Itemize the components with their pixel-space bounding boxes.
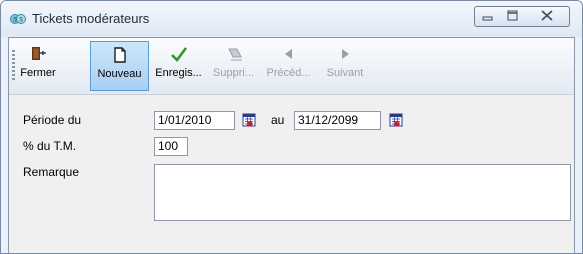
supprimer-button[interactable]: Suppri... <box>208 41 259 91</box>
date-from-input[interactable]: 1/01/2010 <box>154 111 235 130</box>
enregistrer-label: Enregis... <box>155 67 202 79</box>
maximize-button[interactable] <box>500 6 526 27</box>
minimize-button[interactable] <box>474 6 502 27</box>
form-panel: Période du 1/01/2010 au 31/12/2099 % du … <box>9 95 574 253</box>
window-body: Fermer Nouveau Enregis... Suppri... Préc… <box>8 37 575 253</box>
arrow-right-icon <box>342 49 349 59</box>
calendar-to-icon[interactable] <box>389 112 403 128</box>
periode-label: Période du <box>23 113 82 127</box>
eraser-icon <box>227 48 242 61</box>
tickets-app-icon: $ $ <box>10 14 26 24</box>
toolbar: Fermer Nouveau Enregis... Suppri... Préc… <box>9 38 574 95</box>
title-bar[interactable]: $ $ Tickets modérateurs <box>1 1 582 37</box>
precedent-button[interactable]: Précéd... <box>261 41 316 91</box>
window-title: Tickets modérateurs <box>32 11 150 26</box>
fermer-label: Fermer <box>20 67 56 79</box>
exit-door-icon <box>32 47 46 60</box>
window-controls <box>474 6 575 27</box>
new-document-icon <box>113 47 126 63</box>
au-label: au <box>271 113 285 127</box>
close-icon <box>541 10 553 21</box>
remarque-label: Remarque <box>23 165 80 179</box>
tm-label: % du T.M. <box>23 139 77 153</box>
arrow-left-icon <box>284 49 292 59</box>
nouveau-label: Nouveau <box>97 68 142 80</box>
precedent-label: Précéd... <box>266 67 311 79</box>
remarque-textarea[interactable] <box>154 164 571 221</box>
calendar-from-icon[interactable] <box>242 112 256 128</box>
nouveau-button[interactable]: Nouveau <box>90 41 149 91</box>
minimize-icon <box>482 16 493 21</box>
supprimer-label: Suppri... <box>213 67 254 79</box>
app-window: $ $ Tickets modérateurs Fermer Nouveau E… <box>0 0 583 254</box>
enregistrer-button[interactable]: Enregis... <box>151 41 206 91</box>
checkmark-icon <box>170 47 187 62</box>
close-button[interactable] <box>525 6 570 27</box>
fermer-button[interactable]: Fermer <box>17 41 59 91</box>
maximize-icon <box>507 10 518 21</box>
suivant-button[interactable]: Suivant <box>318 41 372 91</box>
toolbar-grip[interactable] <box>12 50 15 82</box>
tm-input[interactable]: 100 <box>154 137 188 156</box>
date-to-input[interactable]: 31/12/2099 <box>294 111 381 130</box>
suivant-label: Suivant <box>326 67 364 79</box>
